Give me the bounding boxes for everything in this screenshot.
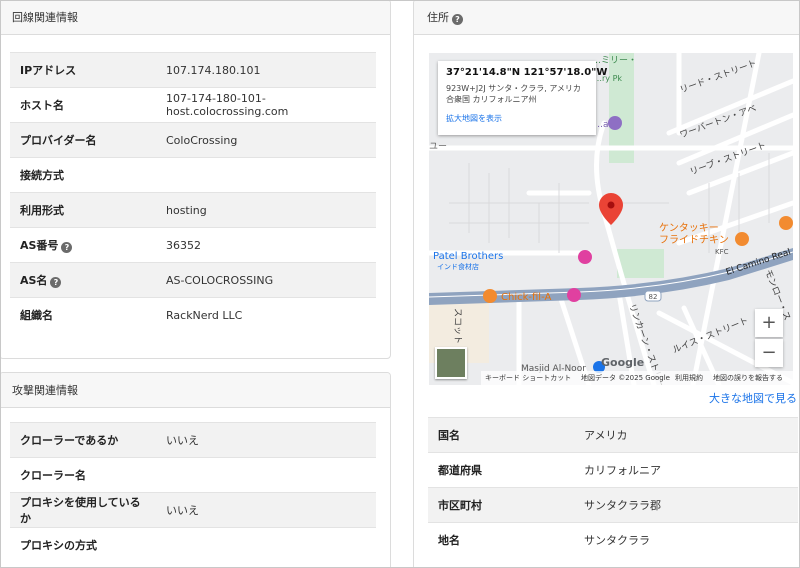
row-key: 市区町村 bbox=[428, 487, 574, 523]
row-key: AS名 bbox=[20, 274, 48, 287]
map-label-store: …ミリー・ bbox=[592, 56, 637, 66]
map-label-left: ユー bbox=[429, 142, 447, 152]
terms-link[interactable]: 利用規約 bbox=[675, 371, 703, 385]
map-label-scott: スコット bbox=[452, 308, 462, 344]
table-row: AS名? AS-COLOCROSSING bbox=[10, 262, 376, 298]
table-row: 接続方式 bbox=[10, 157, 376, 193]
row-value: サンタクララ bbox=[574, 522, 798, 558]
table-row: 国名 アメリカ bbox=[428, 417, 798, 453]
address-title: 住所 bbox=[427, 11, 449, 24]
map-label-chickfila: Chick-fil-A bbox=[501, 292, 551, 303]
table-row: プロバイダー名 ColoCrossing bbox=[10, 122, 376, 158]
table-row: クローラー名 bbox=[10, 457, 376, 493]
address-header: 住所? bbox=[414, 1, 799, 35]
shopping-pin-icon bbox=[567, 288, 581, 302]
row-key: プロキシを使用しているか bbox=[10, 492, 156, 528]
row-key: ホスト名 bbox=[10, 87, 156, 123]
map-label-kfc: KFC bbox=[715, 248, 729, 256]
row-value bbox=[156, 157, 376, 193]
question-circle-icon[interactable]: ? bbox=[50, 277, 62, 288]
map-label-patel: Patel Brothers bbox=[433, 251, 503, 262]
row-key-as-number: AS番号? bbox=[10, 227, 156, 263]
line-info-title: 回線関連情報 bbox=[1, 1, 390, 35]
row-key: 組織名 bbox=[10, 297, 156, 333]
map-label-kfc-jp2: フライドチキン bbox=[659, 234, 729, 246]
row-key: クローラー名 bbox=[10, 457, 156, 493]
table-row: 都道府県 カリフォルニア bbox=[428, 452, 798, 488]
zoom-out-button[interactable]: − bbox=[755, 339, 783, 367]
shopping-pin-icon bbox=[578, 250, 592, 264]
row-value: カリフォルニア bbox=[574, 452, 798, 488]
table-row: クローラーであるか いいえ bbox=[10, 422, 376, 458]
page-frame: 回線関連情報 IPアドレス 107.174.180.101 ホスト名 107-174… bbox=[0, 0, 800, 568]
map-embed[interactable]: 82 …ミリー・ …ry Pk …art ユー リード・ストリート ワーバートン… bbox=[429, 53, 793, 385]
question-circle-icon[interactable]: ? bbox=[61, 242, 73, 253]
keyboard-shortcuts-link[interactable]: キーボード ショートカット bbox=[485, 371, 571, 385]
row-key: プロキシの方式 bbox=[10, 527, 156, 563]
restaurant-pin-icon bbox=[483, 289, 497, 303]
address-table: 国名 アメリカ 都道府県 カリフォルニア 市区町村 サンタクララ郡 地名 サンタクララ bbox=[428, 417, 798, 558]
table-row: プロキシを使用しているか いいえ bbox=[10, 492, 376, 528]
row-key-as-name: AS名? bbox=[10, 262, 156, 298]
table-row: IPアドレス 107.174.180.101 bbox=[10, 52, 376, 88]
map-label-kfc-jp: ケンタッキー bbox=[659, 222, 719, 234]
row-value: hosting bbox=[156, 192, 376, 228]
attack-info-table: クローラーであるか いいえ クローラー名 プロキシを使用しているか いいえ プロキシ… bbox=[10, 422, 376, 563]
google-logo: Google bbox=[601, 356, 645, 369]
row-key: 国名 bbox=[428, 417, 574, 453]
row-value: 107-174-180-101-host.colocrossing.com bbox=[156, 87, 376, 123]
row-value: RackNerd LLC bbox=[156, 297, 376, 333]
restaurant-pin-icon bbox=[735, 232, 749, 246]
map-attribution: キーボード ショートカット 地図データ ©2025 Google 利用規約 地図… bbox=[429, 371, 793, 385]
map-data-credit: 地図データ ©2025 Google bbox=[581, 374, 670, 382]
row-key: 地名 bbox=[428, 522, 574, 558]
map-address: 923W+J2J サンタ・クララ, アメリカ合衆国 カリフォルニア州 bbox=[446, 84, 581, 104]
table-row: 市区町村 サンタクララ郡 bbox=[428, 487, 798, 523]
report-error-link[interactable]: 地図の誤りを報告する bbox=[713, 371, 783, 385]
row-value: いいえ bbox=[156, 422, 376, 458]
row-value: いいえ bbox=[156, 492, 376, 528]
row-value: 36352 bbox=[156, 227, 376, 263]
table-row: 地名 サンタクララ bbox=[428, 522, 798, 558]
row-key: プロバイダー名 bbox=[10, 122, 156, 158]
row-key: AS番号 bbox=[20, 239, 59, 252]
row-value bbox=[156, 527, 376, 563]
row-key: 利用形式 bbox=[10, 192, 156, 228]
table-row: 組織名 RackNerd LLC bbox=[10, 297, 376, 333]
row-value: アメリカ bbox=[574, 417, 798, 453]
row-key: クローラーであるか bbox=[10, 422, 156, 458]
question-circle-icon[interactable]: ? bbox=[452, 14, 463, 25]
big-map-link[interactable]: 大きな地図で見る bbox=[709, 390, 797, 406]
row-key: 都道府県 bbox=[428, 452, 574, 488]
zoom-in-button[interactable]: + bbox=[755, 309, 783, 337]
table-row: ホスト名 107-174-180-101-host.colocrossing.co… bbox=[10, 87, 376, 123]
row-value: AS-COLOCROSSING bbox=[156, 262, 376, 298]
restaurant-pin-icon bbox=[779, 216, 793, 230]
table-row: 利用形式 hosting bbox=[10, 192, 376, 228]
row-value: 107.174.180.101 bbox=[156, 52, 376, 88]
table-row: プロキシの方式 bbox=[10, 527, 376, 563]
row-value bbox=[156, 457, 376, 493]
attraction-pin-icon bbox=[608, 116, 622, 130]
line-info-table: IPアドレス 107.174.180.101 ホスト名 107-174-180-10… bbox=[10, 52, 376, 333]
enlarge-map-link[interactable]: 拡大地図を表示 bbox=[446, 113, 588, 124]
attack-info-title: 攻撃関連情報 bbox=[1, 373, 390, 408]
map-label-patel-sub: インド食材店 bbox=[437, 262, 479, 271]
map-info-window: 37°21'14.8"N 121°57'18.0"W 923W+J2J サンタ・… bbox=[438, 61, 608, 135]
route-number: 82 bbox=[649, 293, 658, 301]
row-value: サンタクララ郡 bbox=[574, 487, 798, 523]
table-row: AS番号? 36352 bbox=[10, 227, 376, 263]
map-coordinates: 37°21'14.8"N 121°57'18.0"W bbox=[446, 67, 608, 78]
row-key: 接続方式 bbox=[10, 157, 156, 193]
row-key: IPアドレス bbox=[10, 52, 156, 88]
row-value: ColoCrossing bbox=[156, 122, 376, 158]
